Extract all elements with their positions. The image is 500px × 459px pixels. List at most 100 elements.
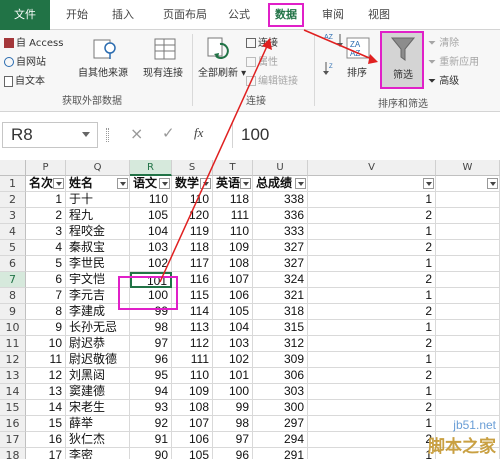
table-cell[interactable]: 长孙无忌 — [66, 320, 130, 336]
filter-dropdown-icon[interactable] — [423, 178, 434, 189]
table-cell[interactable]: 2 — [26, 208, 66, 224]
filter-dropdown-icon[interactable] — [159, 178, 170, 189]
table-cell[interactable]: 112 — [172, 336, 213, 352]
table-cell[interactable] — [436, 336, 500, 352]
clear-filter-button[interactable]: ⏷ 清除 — [428, 34, 459, 49]
row-header-8[interactable]: 8 — [0, 288, 26, 304]
from-access-button[interactable]: 自 Access — [4, 34, 63, 49]
row-header-16[interactable]: 16 — [0, 416, 26, 432]
table-cell[interactable]: 1 — [308, 448, 436, 459]
table-cell[interactable]: 92 — [130, 416, 172, 432]
table-cell[interactable]: 336 — [253, 208, 308, 224]
tab-formulas[interactable]: 公式 — [224, 6, 254, 24]
table-cell[interactable] — [436, 256, 500, 272]
table-cell[interactable]: 105 — [130, 208, 172, 224]
filter-dropdown-icon[interactable] — [240, 178, 251, 189]
table-cell[interactable]: 14 — [26, 400, 66, 416]
table-cell[interactable]: 315 — [253, 320, 308, 336]
table-cell[interactable]: 8 — [26, 304, 66, 320]
table-cell[interactable]: 97 — [130, 336, 172, 352]
row-header-9[interactable]: 9 — [0, 304, 26, 320]
table-cell[interactable]: 宋老生 — [66, 400, 130, 416]
table-cell[interactable]: 297 — [253, 416, 308, 432]
table-cell[interactable]: 1 — [308, 384, 436, 400]
tab-file[interactable]: 文件 — [0, 0, 50, 30]
table-cell[interactable]: 117 — [172, 256, 213, 272]
other-sources-button[interactable]: 自其他来源 — [78, 64, 128, 79]
table-cell[interactable]: 1 — [308, 352, 436, 368]
table-cell[interactable]: 312 — [253, 336, 308, 352]
table-cell[interactable]: 104 — [213, 320, 253, 336]
table-cell[interactable]: 13 — [26, 384, 66, 400]
tab-insert[interactable]: 插入 — [108, 6, 138, 24]
table-cell[interactable]: 103 — [130, 240, 172, 256]
table-cell[interactable] — [436, 384, 500, 400]
table-cell[interactable]: 118 — [172, 240, 213, 256]
properties-button[interactable]: 属性 — [246, 53, 278, 68]
table-cell[interactable]: 113 — [172, 320, 213, 336]
table-cell[interactable]: 7 — [26, 288, 66, 304]
refresh-all-button[interactable]: 全部刷新 ▾ — [198, 64, 246, 79]
column-header-s[interactable]: S — [172, 160, 213, 176]
table-cell[interactable]: 107 — [172, 416, 213, 432]
cancel-button[interactable]: × — [130, 124, 143, 143]
table-cell[interactable]: 327 — [253, 240, 308, 256]
table-cell[interactable]: 102 — [213, 352, 253, 368]
table-cell[interactable]: 于十 — [66, 192, 130, 208]
confirm-button[interactable]: ✓ — [162, 124, 175, 142]
table-cell[interactable]: 110 — [130, 192, 172, 208]
table-cell[interactable]: 10 — [26, 336, 66, 352]
row-header-4[interactable]: 4 — [0, 224, 26, 240]
filter-button[interactable]: 筛选 — [380, 31, 424, 89]
table-cell[interactable]: 2 — [308, 368, 436, 384]
formula-input[interactable]: 100 — [232, 122, 500, 148]
insert-function-button[interactable]: fx — [194, 125, 203, 141]
table-cell[interactable] — [436, 368, 500, 384]
table-cell[interactable]: 300 — [253, 400, 308, 416]
table-cell[interactable]: 111 — [172, 352, 213, 368]
table-cell[interactable]: 102 — [130, 256, 172, 272]
table-cell[interactable]: 程咬金 — [66, 224, 130, 240]
table-cell[interactable]: 119 — [172, 224, 213, 240]
header-cell[interactable]: 总成绩 — [253, 176, 308, 192]
table-cell[interactable]: 106 — [172, 432, 213, 448]
table-cell[interactable]: 12 — [26, 368, 66, 384]
table-cell[interactable]: 90 — [130, 448, 172, 459]
table-cell[interactable]: 1 — [308, 288, 436, 304]
table-cell[interactable] — [436, 224, 500, 240]
header-cell[interactable]: 名次 — [26, 176, 66, 192]
table-cell[interactable]: 17 — [26, 448, 66, 459]
column-header-u[interactable]: U — [253, 160, 308, 176]
table-cell[interactable]: 116 — [172, 272, 213, 288]
header-cell[interactable]: 数学 — [172, 176, 213, 192]
table-cell[interactable]: 318 — [253, 304, 308, 320]
table-cell[interactable]: 2 — [308, 272, 436, 288]
table-cell[interactable]: 100 — [213, 384, 253, 400]
table-cell[interactable]: 114 — [172, 304, 213, 320]
table-cell[interactable]: 狄仁杰 — [66, 432, 130, 448]
table-cell[interactable]: 106 — [213, 288, 253, 304]
table-cell[interactable] — [436, 288, 500, 304]
table-cell[interactable]: 尉迟恭 — [66, 336, 130, 352]
table-cell[interactable]: 9 — [26, 320, 66, 336]
table-cell[interactable]: 96 — [213, 448, 253, 459]
table-cell[interactable]: 尉迟敬德 — [66, 352, 130, 368]
connections-button[interactable]: 连接 — [246, 34, 278, 49]
table-cell[interactable]: 321 — [253, 288, 308, 304]
table-cell[interactable] — [436, 272, 500, 288]
table-cell[interactable]: 108 — [172, 400, 213, 416]
table-cell[interactable]: 109 — [172, 384, 213, 400]
header-cell[interactable]: 英语 — [213, 176, 253, 192]
row-header-11[interactable]: 11 — [0, 336, 26, 352]
table-cell[interactable] — [436, 400, 500, 416]
table-cell[interactable]: 1 — [308, 256, 436, 272]
table-cell[interactable]: 103 — [213, 336, 253, 352]
row-header-18[interactable]: 18 — [0, 448, 26, 459]
table-cell[interactable] — [436, 352, 500, 368]
row-header-2[interactable]: 2 — [0, 192, 26, 208]
column-header-p[interactable]: P — [26, 160, 66, 176]
row-header-1[interactable]: 1 — [0, 176, 26, 192]
table-cell[interactable] — [436, 240, 500, 256]
drag-handle-icon[interactable] — [106, 128, 109, 142]
row-header-13[interactable]: 13 — [0, 368, 26, 384]
